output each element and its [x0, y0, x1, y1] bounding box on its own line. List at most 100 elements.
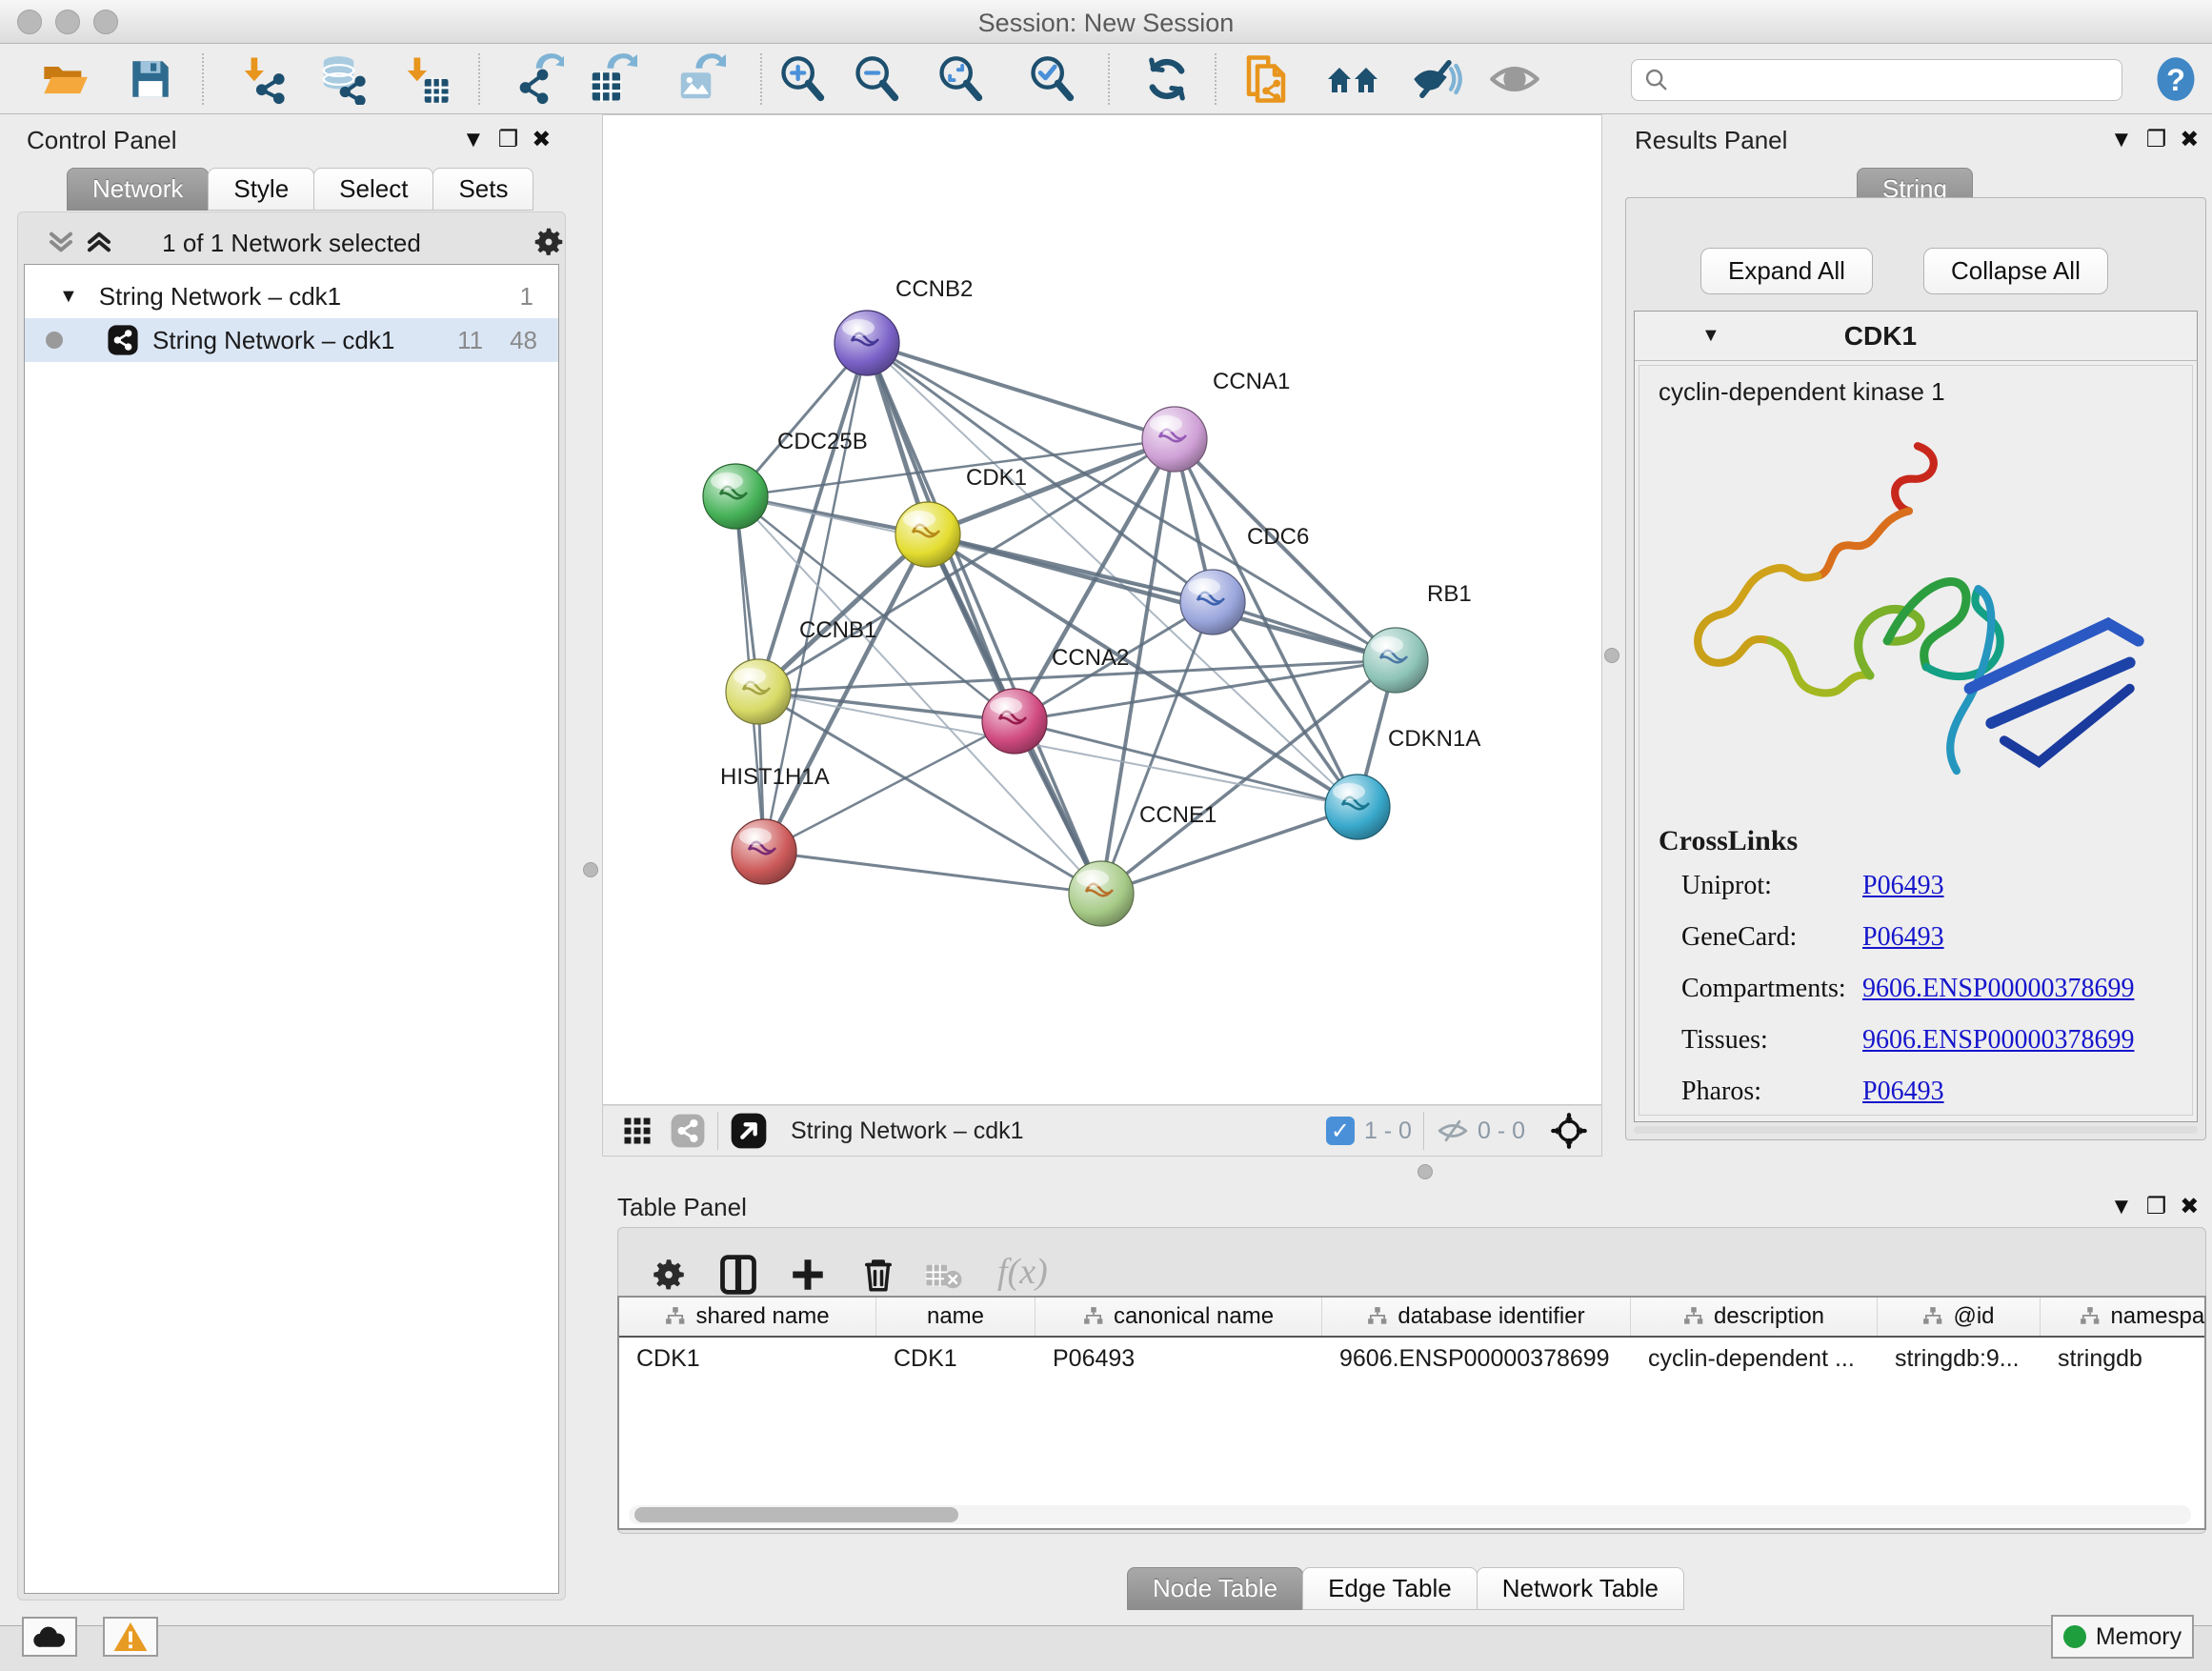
refresh-view-icon[interactable] [1139, 51, 1195, 107]
crosslink-link[interactable]: 9606.ENSP00000378699 [1862, 974, 2134, 1004]
network-node-ccna1[interactable]: CCNA1 [1142, 369, 1290, 472]
network-node-cdc25b[interactable]: CDC25B [703, 429, 868, 529]
delete-column-icon[interactable] [858, 1253, 898, 1297]
zoom-in-icon[interactable] [774, 51, 830, 107]
network-node-ccna2[interactable]: CCNA2 [982, 645, 1129, 754]
birds-eye-view-icon[interactable] [730, 1112, 768, 1150]
network-edge[interactable] [867, 343, 1396, 660]
crosslink-link[interactable]: 9606.ENSP00000378699 [1862, 1025, 2134, 1056]
table-cell[interactable]: 9606.ENSP00000378699 [1322, 1345, 1631, 1373]
right-splitter-handle[interactable] [1604, 648, 1619, 663]
results-scrollbar[interactable] [1634, 1126, 2198, 1134]
column-header-canonical-name[interactable]: canonical name [1036, 1298, 1322, 1336]
tab-node-table[interactable]: Node Table [1127, 1567, 1303, 1610]
tab-edge-table[interactable]: Edge Table [1302, 1567, 1478, 1610]
help-icon[interactable]: ? [2148, 51, 2203, 107]
table-cell[interactable]: stringdb [2041, 1345, 2206, 1373]
export-image-icon[interactable] [673, 51, 728, 107]
network-node-ccne1[interactable]: CCNE1 [1069, 802, 1217, 926]
search-input[interactable] [1670, 67, 2089, 93]
network-panel: 1 of 1 Network selected ▼ String Network… [17, 211, 566, 1601]
crosslink-link[interactable]: P06493 [1862, 922, 1944, 953]
undock-panel-icon[interactable]: ❐ [498, 127, 533, 152]
column-header-name[interactable]: name [876, 1298, 1036, 1336]
toolbar-search [1631, 59, 2122, 101]
float-panel-icon[interactable]: ▼ [462, 127, 498, 152]
entry-expander-icon[interactable]: ▼ [1701, 325, 1720, 347]
column-header-shared-name[interactable]: shared name [619, 1298, 876, 1336]
left-splitter-handle[interactable] [583, 862, 598, 877]
network-node-hist1h1a[interactable]: HIST1H1A [720, 764, 830, 884]
float-panel-icon[interactable]: ▼ [2110, 1194, 2146, 1219]
network-row[interactable]: String Network – cdk1 11 48 [25, 318, 558, 362]
close-panel-icon[interactable]: ✖ [2180, 127, 2212, 152]
collection-expander-icon[interactable]: ▼ [59, 286, 78, 308]
import-network-file-icon[interactable] [236, 51, 292, 107]
memory-status-button[interactable]: Memory [2051, 1615, 2194, 1659]
cloud-icon [30, 1622, 69, 1651]
clone-network-icon[interactable] [1238, 51, 1294, 107]
collapse-all-button[interactable]: Collapse All [1923, 248, 2108, 294]
table-options-gear-icon[interactable] [649, 1255, 689, 1295]
warnings-status-button[interactable] [103, 1617, 158, 1657]
network-options-gear-icon[interactable] [531, 224, 567, 260]
undock-panel-icon[interactable]: ❐ [2146, 127, 2181, 152]
tab-select[interactable]: Select [313, 168, 433, 211]
open-session-icon[interactable] [37, 51, 92, 107]
tab-sets[interactable]: Sets [432, 168, 533, 211]
import-table-file-icon[interactable] [399, 51, 454, 107]
table-row[interactable]: CDK1CDK1P064939606.ENSP00000378699cyclin… [619, 1338, 2204, 1379]
node-result-header[interactable]: ▼ CDK1 [1635, 312, 2197, 361]
close-panel-icon[interactable]: ✖ [2180, 1194, 2212, 1219]
network-node-ccnb2[interactable]: CCNB2 [835, 276, 973, 375]
pan-crosshair-icon[interactable] [1550, 1112, 1588, 1150]
horizontal-splitter-handle[interactable] [1418, 1164, 1433, 1179]
table-cell[interactable]: CDK1 [619, 1345, 876, 1373]
column-header--id[interactable]: @id [1878, 1298, 2041, 1336]
crosslink-link[interactable]: P06493 [1862, 1077, 1944, 1107]
zoom-out-icon[interactable] [849, 51, 904, 107]
network-collection-row[interactable]: ▼ String Network – cdk1 1 [25, 274, 558, 318]
save-session-icon[interactable] [123, 51, 178, 107]
column-header-namespace[interactable]: namespace [2041, 1298, 2206, 1336]
zoom-selected-icon[interactable] [1024, 51, 1079, 107]
crosslink-row: Compartments:9606.ENSP00000378699 [1681, 974, 2177, 1004]
tab-style[interactable]: Style [208, 168, 314, 211]
export-network-icon[interactable] [511, 51, 566, 107]
show-all-icon[interactable] [1487, 51, 1542, 107]
undock-panel-icon[interactable]: ❐ [2146, 1194, 2181, 1219]
add-column-icon[interactable] [788, 1255, 828, 1295]
hide-selected-icon[interactable] [1409, 51, 1464, 107]
expand-all-button[interactable]: Expand All [1700, 248, 1873, 294]
network-canvas[interactable]: CCNB2CCNA1CDC25BCDK1CDC6RB1CCNB1CCNA2CDK… [602, 114, 1602, 1105]
grid-view-icon[interactable] [620, 1114, 654, 1148]
table-horizontal-scrollbar[interactable] [629, 1505, 2191, 1524]
table-cell[interactable]: stringdb:9... [1878, 1345, 2041, 1373]
selected-indicator-icon[interactable]: ✓ [1326, 1117, 1355, 1145]
table-cell[interactable]: CDK1 [876, 1345, 1036, 1373]
network-edge[interactable] [928, 534, 1396, 660]
network-edge[interactable] [867, 343, 1175, 439]
network-share-view-icon[interactable] [670, 1113, 706, 1149]
table-cell[interactable]: cyclin-dependent ... [1631, 1345, 1878, 1373]
column-header-database-identifier[interactable]: database identifier [1322, 1298, 1631, 1336]
export-table-icon[interactable] [584, 51, 639, 107]
network-edge[interactable] [867, 343, 1357, 807]
network-node-cdkn1a[interactable]: CDKN1A [1325, 726, 1480, 839]
table-cell[interactable]: P06493 [1036, 1345, 1322, 1373]
float-panel-icon[interactable]: ▼ [2110, 127, 2146, 152]
cloud-status-button[interactable] [22, 1617, 77, 1657]
first-neighbors-icon[interactable] [1325, 51, 1380, 107]
network-edge[interactable] [764, 852, 1101, 894]
results-panel-title: Results Panel [1635, 126, 1787, 155]
import-network-database-icon[interactable] [315, 51, 371, 107]
network-node-rb1[interactable]: RB1 [1363, 581, 1472, 693]
tab-network-table[interactable]: Network Table [1477, 1567, 1684, 1610]
column-header-description[interactable]: description [1631, 1298, 1878, 1336]
network-edge[interactable] [867, 343, 1101, 894]
crosslink-link[interactable]: P06493 [1862, 871, 1944, 901]
show-columns-icon[interactable] [717, 1253, 759, 1297]
tab-network[interactable]: Network [67, 168, 209, 211]
zoom-fit-icon[interactable] [933, 51, 988, 107]
close-panel-icon[interactable]: ✖ [532, 127, 564, 152]
